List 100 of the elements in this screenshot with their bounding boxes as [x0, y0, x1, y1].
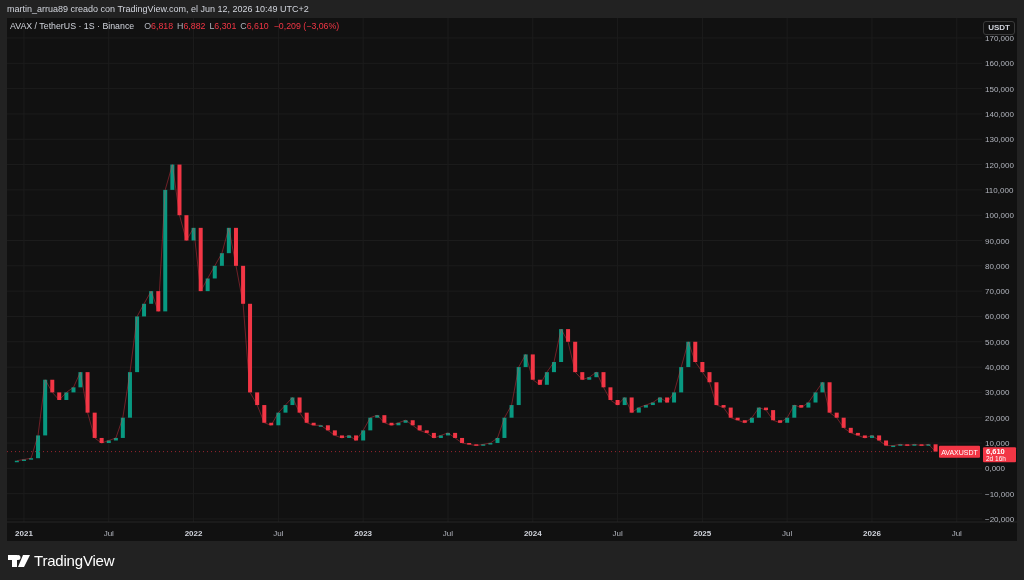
candle	[417, 425, 422, 431]
candle	[707, 372, 712, 383]
candle	[339, 435, 344, 438]
price-axis-label: 90,000	[985, 236, 1010, 246]
candle	[43, 379, 48, 436]
time-axis-label: 2021	[15, 529, 33, 538]
candle	[601, 372, 606, 388]
candle	[544, 372, 549, 385]
candle	[622, 397, 627, 406]
time-axis-label: Jul	[273, 529, 284, 538]
candle	[580, 372, 585, 380]
candle	[813, 392, 818, 403]
candle	[297, 397, 302, 413]
candle	[891, 445, 896, 448]
candle	[792, 405, 797, 418]
candle	[785, 417, 790, 423]
price-axis-label: 30,000	[985, 388, 1010, 398]
ohlc-label: H	[177, 21, 184, 31]
candle	[679, 367, 684, 393]
time-axis-label: Jul	[442, 529, 454, 538]
candle	[587, 377, 592, 380]
candle	[184, 215, 189, 241]
ohlc-value: 6,301	[214, 21, 237, 31]
time-axis-label: 2024	[523, 529, 542, 538]
time-axis-label: 2025	[693, 529, 712, 538]
candle	[799, 405, 804, 408]
candle	[92, 412, 97, 438]
price-axis-label: 60,000	[985, 312, 1010, 322]
candle	[693, 341, 698, 362]
candle	[438, 435, 443, 438]
candle	[820, 382, 825, 393]
candle	[877, 435, 882, 441]
candle	[841, 417, 846, 428]
candle	[382, 415, 387, 423]
time-axis-label: Jul	[782, 529, 793, 538]
candle	[354, 435, 359, 441]
brand-name: TradingView	[34, 552, 115, 569]
price-axis-label: 40,000	[985, 363, 1010, 373]
price-axis-label: 110,000	[985, 185, 1014, 195]
candle	[778, 420, 783, 423]
price-axis-label: 130,000	[985, 135, 1014, 145]
price-axis-label: 100,000	[985, 211, 1014, 221]
candle	[502, 417, 507, 438]
candle	[728, 407, 733, 418]
price-axis-label: 120,000	[985, 160, 1014, 170]
candle	[559, 329, 564, 362]
candle	[700, 362, 705, 373]
candle	[127, 372, 132, 418]
candle	[742, 420, 747, 423]
candle	[431, 432, 436, 438]
ohlc-value: 6,610	[246, 21, 269, 31]
price-axis-label: 50,000	[985, 337, 1010, 347]
candle	[410, 420, 415, 426]
candle	[78, 372, 83, 388]
candle	[375, 415, 380, 418]
candle	[658, 397, 662, 403]
candle	[460, 437, 465, 443]
candle	[806, 402, 811, 408]
candle	[255, 392, 260, 406]
candle	[64, 392, 69, 400]
candle	[537, 379, 542, 385]
ohlc-label: L	[209, 21, 215, 31]
candle	[325, 425, 330, 431]
candle	[672, 392, 677, 403]
candle	[749, 417, 754, 423]
candle	[149, 291, 154, 304]
candle	[665, 397, 670, 403]
candle	[226, 227, 231, 254]
candle	[424, 430, 429, 433]
candle	[389, 422, 394, 426]
candle	[304, 412, 309, 423]
currency-button[interactable]: USDT	[983, 21, 1015, 35]
price-axis-label: 140,000	[985, 109, 1014, 119]
candle	[735, 417, 740, 421]
candle	[368, 417, 373, 431]
candle	[113, 437, 118, 441]
candle	[85, 372, 90, 413]
candle	[445, 432, 450, 436]
price-axis-label: 170,000	[985, 34, 1014, 43]
candle	[57, 392, 62, 400]
chart-caption: martin_arrua89 creado con TradingView.com, el Jun 12, 2026 10:49 UTC+2	[6, 3, 310, 16]
candle	[509, 405, 514, 418]
time-axis-label: 2022	[184, 529, 203, 538]
candle	[106, 440, 111, 443]
candle	[135, 316, 140, 373]
price-axis-label: 0,000	[985, 464, 1006, 474]
candle	[71, 387, 76, 393]
price-axis-label: 70,000	[985, 287, 1010, 297]
candle	[269, 422, 274, 426]
candle	[615, 400, 620, 406]
price-axis-label: −20,000	[985, 514, 1015, 524]
price-axis-label: 150,000	[985, 84, 1014, 94]
candle	[608, 387, 613, 400]
ohlc-label: C	[240, 21, 247, 31]
price-axis-label: 80,000	[985, 261, 1010, 271]
candle	[530, 354, 535, 380]
candle	[262, 405, 267, 423]
candle	[276, 412, 281, 426]
candle	[636, 407, 641, 413]
candle	[594, 372, 599, 378]
